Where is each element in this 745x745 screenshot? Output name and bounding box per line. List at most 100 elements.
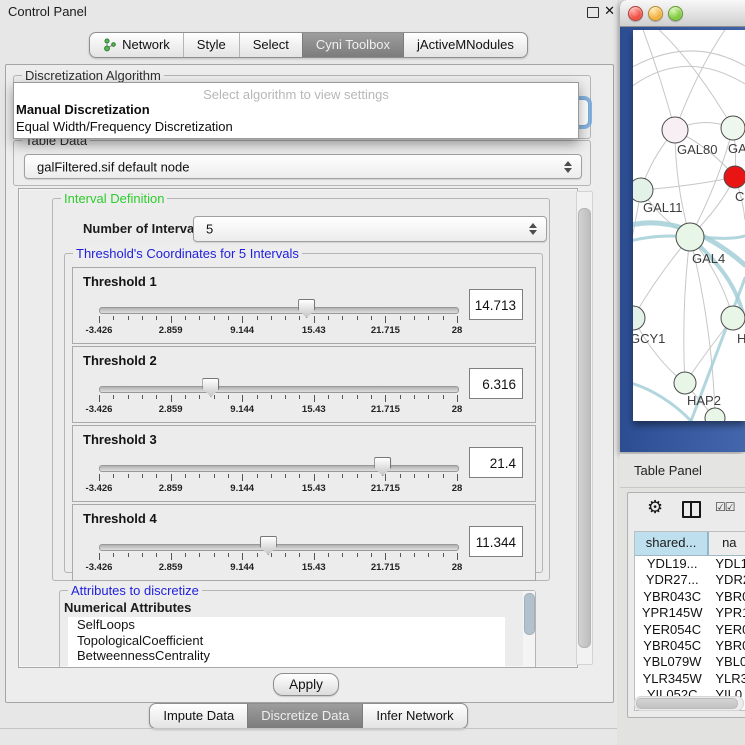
threshold-2-slider-track[interactable] [99,386,459,393]
table-horizontal-scrollbar[interactable] [634,696,744,711]
network-node[interactable] [633,178,653,202]
float-window-icon[interactable] [587,7,599,18]
settings-scroll-viewport: Interval Definition Number of Intervals … [18,188,578,668]
network-view-window: GAL80GACGAL11GAL4GCY1HHAP2 [620,0,745,452]
network-node[interactable] [676,223,704,251]
number-of-intervals-combobox[interactable]: 5 [193,216,547,242]
node-table: shared... na YDL19...YDL1YDR27...YDR2YBR… [634,531,745,711]
network-node-label: HAP2 [687,393,721,408]
settings-vertical-scrollbar[interactable] [576,191,593,665]
tab-network[interactable]: Network [90,33,183,57]
tab-cyni-toolbox[interactable]: Cyni Toolbox [302,33,403,57]
table-panel-window: ⚙ ☑☑ shared... na YDL19...YDL1YDR27...YD… [627,492,745,718]
network-window-titlebar [620,0,745,27]
slider-tick-labels: -3.4262.8599.14415.4321.71528 [99,325,457,337]
slider-ticks [99,474,457,482]
network-node[interactable] [721,306,745,330]
table-row[interactable]: YER054CYER0 [635,622,745,638]
tab-discretize-data[interactable]: Discretize Data [247,704,362,728]
column-header-name[interactable]: na [709,532,745,555]
table-data-value: galFiltered.sif default node [37,159,189,174]
table-panel-bar: Table Panel [620,454,745,488]
network-node[interactable] [724,166,745,188]
threshold-3-value-field[interactable]: 21.4 [469,447,523,478]
table-row[interactable]: YBR045CYBR0 [635,638,745,654]
top-tabbar: Network Style Select Cyni Toolbox jActiv… [0,32,617,58]
tab-impute-data[interactable]: Impute Data [150,704,247,728]
slider-tick-labels: -3.4262.8599.14415.4321.71528 [99,483,457,495]
number-of-intervals-value: 5 [206,222,213,237]
threshold-1-value-field[interactable]: 14.713 [469,289,523,320]
threshold-1-label: Threshold 1 [83,274,157,289]
slider-ticks [99,553,457,561]
interval-definition-group: Interval Definition Number of Intervals … [52,198,550,581]
dropdown-hint: Select algorithm to view settings [14,87,578,102]
threshold-4-row: Threshold 4 -3.4262.8599.14415.4321.7152… [72,504,536,581]
control-panel-titlebar: Control Panel ✕ [0,0,617,24]
threshold-2-label: Threshold 2 [83,353,157,368]
threshold-3-slider-track[interactable] [99,465,459,472]
slider-tick-labels: -3.4262.8599.14415.4321.71528 [99,404,457,416]
tab-style[interactable]: Style [183,33,239,57]
interval-definition-title: Interval Definition [61,191,167,206]
table-row[interactable]: YDL19...YDL1 [635,556,745,572]
network-node-label: GA [728,141,745,156]
close-traffic-light[interactable] [628,6,643,21]
table-row[interactable]: YLR345WYLR3 [635,671,745,687]
tab-select[interactable]: Select [239,33,302,57]
network-node[interactable] [674,372,696,394]
threshold-3-label: Threshold 3 [83,432,157,447]
minimize-traffic-light[interactable] [648,6,663,21]
network-svg: GAL80GACGAL11GAL4GCY1HHAP2 [633,30,745,421]
threshold-1-slider-track[interactable] [99,307,459,314]
attribute-list-item[interactable]: BetweennessCentrality [68,648,505,664]
panel-title: Control Panel [8,4,87,19]
attributes-list-scrollbar[interactable] [523,591,535,668]
table-row[interactable]: YDR27...YDR2 [635,572,745,588]
network-node-label: GCY1 [633,331,665,346]
tab-jactivemnodules[interactable]: jActiveMNodules [403,33,527,57]
number-of-intervals-label: Number of Intervals [83,221,205,236]
threshold-2-value-field[interactable]: 6.316 [469,368,523,399]
table-row[interactable]: YBL079WYBL0 [635,654,745,670]
table-rows: YDL19...YDL1YDR27...YDR2YBR043CYBR0YPR14… [635,556,745,704]
bottom-tabbar: Impute Data Discretize Data Infer Networ… [0,703,617,729]
network-canvas[interactable]: GAL80GACGAL11GAL4GCY1HHAP2 [633,30,745,421]
tab-infer-network[interactable]: Infer Network [362,704,466,728]
network-node-label: GAL4 [692,251,725,266]
threshold-4-slider-track[interactable] [99,544,459,551]
attribute-list-item[interactable]: TopologicalCoefficient [68,633,505,649]
discretization-algorithm-title: Discretization Algorithm [22,68,164,83]
table-row[interactable]: YBR043CYBR0 [635,589,745,605]
combo-arrows-icon [529,223,537,235]
panel-divider [0,728,617,729]
network-node-label: C [735,189,744,204]
attributes-group-title: Attributes to discretize [68,583,202,598]
tab-network-label: Network [122,37,170,52]
select-checkboxes-icon[interactable]: ☑☑ [715,500,735,514]
dropdown-option-manual[interactable]: Manual Discretization [16,102,150,117]
table-toolbar: ⚙ ☑☑ [628,493,745,525]
dropdown-option-equal-width[interactable]: Equal Width/Frequency Discretization [16,119,233,134]
cyni-toolbox-panel: Discretization Algorithm Select algorith… [5,64,614,703]
gear-icon[interactable]: ⚙ [647,497,663,518]
network-node[interactable] [662,117,688,143]
thresholds-group-title: Threshold's Coordinates for 5 Intervals [73,246,302,261]
column-header-shared-name[interactable]: shared... [635,532,709,555]
columns-icon[interactable] [682,501,701,518]
threshold-1-row: Threshold 1 -3.4262.8599.14415.4321.7152… [72,267,536,344]
apply-button[interactable]: Apply [273,673,339,696]
network-node[interactable] [721,116,745,140]
network-nodes: GAL80GACGAL11GAL4GCY1HHAP2 [633,116,745,421]
table-data-combobox[interactable]: galFiltered.sif default node [24,154,582,179]
algorithm-dropdown-popup: Select algorithm to view settings Manual… [13,82,579,139]
numerical-attributes-list[interactable]: SelfLoopsTopologicalCoefficientBetweenne… [68,617,505,668]
network-node-label: H [737,331,745,346]
network-node[interactable] [633,306,645,330]
table-row[interactable]: YPR145WYPR1 [635,605,745,621]
threshold-4-value-field[interactable]: 11.344 [469,526,523,557]
close-icon[interactable]: ✕ [604,3,615,19]
zoom-traffic-light[interactable] [668,6,683,21]
table-panel-title: Table Panel [634,463,702,478]
attribute-list-item[interactable]: SelfLoops [68,617,505,633]
